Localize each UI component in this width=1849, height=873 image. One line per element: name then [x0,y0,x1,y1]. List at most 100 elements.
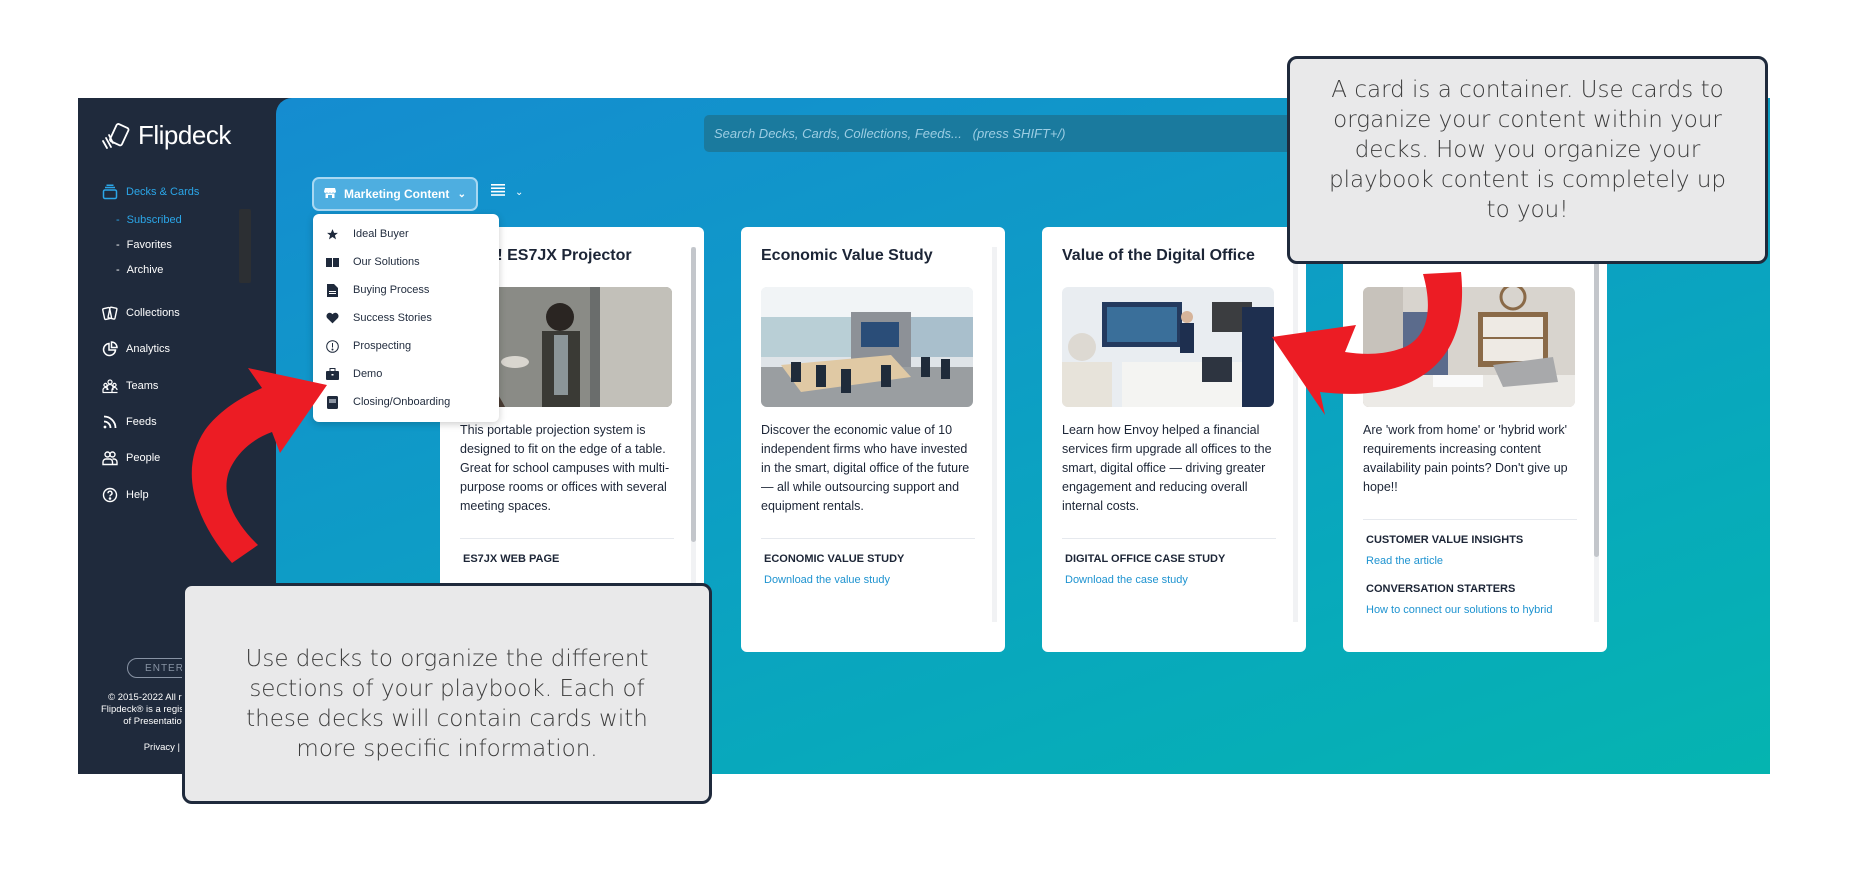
flipdeck-logo-icon [102,122,130,149]
sidebar-scrollbar[interactable] [239,209,251,283]
card-title: Value of the Digital Office [1062,247,1255,264]
download-case-study-link[interactable]: Download the case study [1062,574,1276,586]
card-section: ECONOMIC VALUE STUDY Download the value … [761,553,975,586]
menu-item-prospecting[interactable]: Prospecting [313,332,499,360]
rss-icon [102,414,118,430]
list-view-icon [491,183,505,201]
card-scrollbar-track[interactable] [992,247,997,622]
section-title: ES7JX WEB PAGE [463,553,560,565]
menu-item-label: Demo [353,368,383,380]
card-divider [761,538,975,539]
sidebar-item-teams[interactable]: Teams [102,376,272,396]
card-description: Discover the economic value of 10 indepe… [761,423,970,513]
star-icon [325,227,339,241]
team-icon [102,378,118,394]
card-title: Economic Value Study [761,247,933,264]
card-scrollbar-thumb[interactable] [1594,247,1599,557]
briefcase-icon [325,367,339,381]
dash: - [116,239,120,251]
card-section: ES7JX WEB PAGE [460,553,674,565]
card-divider [460,538,674,539]
search-input[interactable] [714,126,1334,141]
menu-item-buying-process[interactable]: Buying Process [313,276,499,304]
section-title: ECONOMIC VALUE STUDY [764,553,905,565]
card-description: Learn how Envoy helped a financial servi… [1062,423,1272,513]
callout-text: Use decks to organize the different sect… [245,645,649,762]
sidebar-item-label: Collections [126,307,180,319]
search-bar[interactable] [704,115,1334,152]
card-image-conference-room [761,287,973,407]
card-hybrid-work[interactable]: Hybrid Work Solutions Are 'work fro [1343,227,1607,652]
document-icon [325,283,339,297]
subitem-label: Favorites [126,239,172,251]
sidebar-item-label: Teams [126,380,159,392]
card-image-meeting [1062,287,1274,407]
menu-item-label: Ideal Buyer [353,228,409,240]
card-value-digital-office[interactable]: Value of the Digital Office Learn how En… [1042,227,1306,652]
store-icon [324,187,336,202]
dash: - [116,214,120,226]
menu-item-label: Prospecting [353,340,412,352]
section-title: CONVERSATION STARTERS [1366,583,1516,595]
brand-name: Flipdeck [138,120,231,150]
download-value-study-link[interactable]: Download the value study [761,574,975,586]
menu-item-closing-onboarding[interactable]: Closing/Onboarding [313,388,499,416]
deck-dropdown-menu: Ideal Buyer Our Solutions Buying Process… [313,214,499,422]
pie-chart-icon [102,341,118,357]
sidebar-item-label: Decks & Cards [126,186,200,198]
card-divider [1363,519,1577,520]
heart-icon [325,311,339,325]
hybrid-solutions-link[interactable]: How to connect our solutions to hybrid [1363,604,1577,616]
callout-text: A card is a container. Use cards to orga… [1328,77,1727,223]
menu-item-label: Closing/Onboarding [353,396,451,408]
book-icon [325,255,339,269]
card-section: CUSTOMER VALUE INSIGHTS Read the article [1363,534,1577,567]
section-title: DIGITAL OFFICE CASE STUDY [1065,553,1226,565]
alert-circle-icon [325,339,339,353]
menu-item-label: Our Solutions [353,256,420,268]
menu-item-label: Buying Process [353,284,430,296]
menu-item-ideal-buyer[interactable]: Ideal Buyer [313,220,499,248]
menu-item-label: Success Stories [353,312,432,324]
menu-item-demo[interactable]: Demo [313,360,499,388]
sidebar-item-label: Feeds [126,416,157,428]
read-article-link[interactable]: Read the article [1363,555,1577,567]
sidebar-item-help[interactable]: Help [102,485,272,505]
cards-icon [102,305,118,321]
dash: - [116,264,120,276]
card-section: DIGITAL OFFICE CASE STUDY Download the c… [1062,553,1276,586]
card-scrollbar-thumb[interactable] [691,247,696,542]
sidebar-item-people[interactable]: People [102,448,272,468]
sidebar-item-feeds[interactable]: Feeds [102,412,272,432]
chevron-down-icon: ⌄ [457,188,466,200]
sidebar-item-label: People [126,452,161,464]
card-scrollbar-track[interactable] [1293,247,1298,622]
sidebar-item-label: Help [126,489,149,501]
chevron-down-icon: ⌄ [515,186,524,198]
sidebar-item-analytics[interactable]: Analytics [102,339,272,359]
section-title: CUSTOMER VALUE INSIGHTS [1366,534,1524,546]
card-description: This portable projection system is desig… [460,423,670,513]
card-economic-value-study[interactable]: Economic Value Study Discover the econom… [741,227,1005,652]
deck-selector[interactable]: Marketing Content ⌄ [312,177,478,211]
stack-icon [102,184,118,200]
subitem-label: Archive [126,264,164,276]
people-icon [102,450,118,466]
menu-item-success-stories[interactable]: Success Stories [313,304,499,332]
sidebar-item-collections[interactable]: Collections [102,303,272,323]
sidebar-item-decks-cards[interactable]: Decks & Cards [102,182,272,202]
flipdeck-logo[interactable]: Flipdeck [102,120,231,151]
card-divider [1062,538,1276,539]
notebook-icon [325,395,339,409]
view-toggle[interactable]: ⌄ [491,183,523,201]
menu-item-our-solutions[interactable]: Our Solutions [313,248,499,276]
card-description: Are 'work from home' or 'hybrid work' re… [1363,423,1568,494]
sidebar-item-label: Analytics [126,343,171,355]
subitem-label: Subscribed [126,214,182,226]
callout-decks-explanation: Use decks to organize the different sect… [182,583,712,804]
help-icon [102,487,118,503]
card-section: CONVERSATION STARTERS How to connect our… [1363,583,1577,616]
deck-selector-label: Marketing Content [344,187,450,201]
card-image-home-office [1363,287,1575,407]
callout-cards-explanation: A card is a container. Use cards to orga… [1287,56,1768,264]
